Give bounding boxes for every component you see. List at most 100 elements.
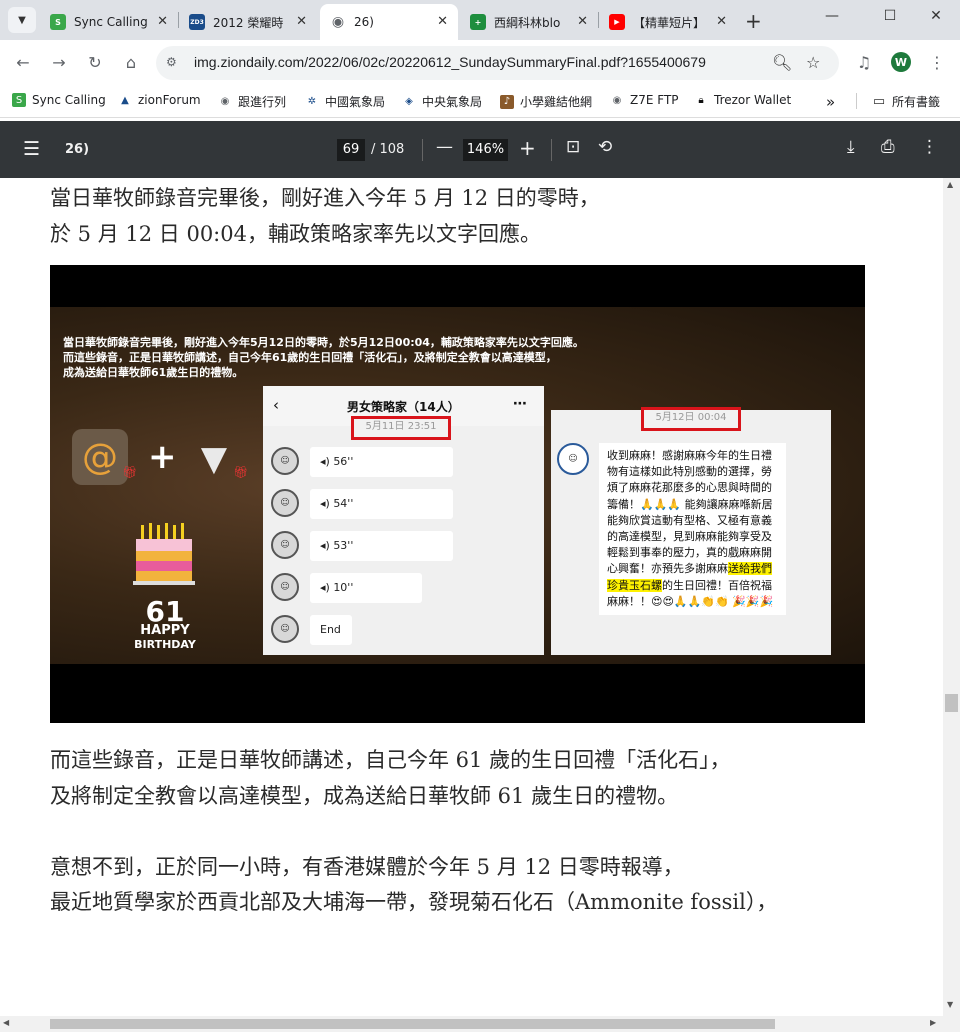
voice-message: ◂) 54'' (310, 489, 453, 519)
zoom-out-icon[interactable]: — (436, 137, 453, 157)
bookmark-divider (856, 93, 857, 109)
voice-icon: ◂) (320, 581, 334, 594)
zionforum-icon: ▲ (121, 94, 129, 106)
horizontal-scrollbar[interactable]: ◀ ▶ (0, 1016, 960, 1032)
bookmark-trezor[interactable]: 🔒︎ Trezor Wallet (694, 93, 791, 107)
download-icon[interactable]: ⤓ (847, 137, 855, 157)
zoom-level-input[interactable]: 146% (463, 139, 508, 161)
sender-avatar: ☺ (271, 615, 299, 643)
guitar-icon: ♪ (500, 94, 514, 109)
youtube-icon: ▶ (609, 14, 625, 30)
maximize-button[interactable]: ☐ (880, 8, 900, 24)
url-text[interactable]: img.ziondaily.com/2022/06/02c/20220612_S… (194, 54, 706, 70)
group-name: 男女策略家（14人） (347, 400, 460, 414)
reload-button[interactable]: ↻ (84, 51, 106, 73)
pdf-divider (422, 139, 423, 161)
scroll-right-icon[interactable]: ▶ (930, 1018, 936, 1027)
bookmark-star-icon[interactable]: ☆ (806, 53, 820, 72)
tab-search-button[interactable]: ▼ (8, 7, 36, 33)
close-tab-icon[interactable]: ✕ (716, 14, 727, 29)
voice-duration: 54'' (333, 497, 354, 510)
close-tab-icon[interactable]: ✕ (437, 14, 448, 29)
sender-avatar: ☺ (271, 447, 299, 475)
browser-menu-icon[interactable]: ⋮ (926, 51, 948, 73)
voice-icon: ◂) (320, 455, 334, 468)
tab-xigang-blog[interactable]: + 西綱科林blo ✕ (460, 4, 598, 40)
media-control-icon[interactable]: ♫ (853, 51, 875, 73)
scroll-down-icon[interactable]: ▼ (947, 1000, 953, 1009)
bookmark-label: zionForum (138, 93, 201, 107)
bookmark-all-bookmarks[interactable]: ▭ 所有書籤 (872, 93, 940, 110)
back-button[interactable]: ← (12, 51, 34, 73)
rotate-icon[interactable]: ⟲ (598, 137, 612, 157)
bookmark-label: 跟進行列 (238, 95, 287, 109)
voice-message: ◂) 10'' (310, 573, 422, 603)
bookmark-label: Z7E FTP (630, 93, 679, 107)
bookmark-label: Sync Calling (32, 93, 106, 107)
pdf-viewer: 當日華牧師錄音完畢後，剛好進入今年 5 月 12 日的零時， 於 5 月 12 … (0, 178, 943, 1016)
bookmarks-overflow-button[interactable]: » (826, 93, 835, 111)
print-icon[interactable]: ⎙ (881, 137, 895, 157)
home-button[interactable]: ⌂ (120, 51, 142, 73)
close-tab-icon[interactable]: ✕ (296, 14, 307, 29)
gift-icon: 🎁︎ (233, 465, 249, 479)
tab-pdf-active[interactable]: ◉ 26) ✕ (320, 4, 458, 40)
close-window-button[interactable]: ✕ (926, 8, 946, 24)
address-bar[interactable]: ⚙ img.ziondaily.com/2022/06/02c/20220612… (156, 46, 839, 80)
bookmark-cma[interactable]: ✲ 中國氣象局 (305, 93, 385, 110)
bookmark-label: 所有書籤 (892, 95, 941, 109)
gift-icon: 🎁︎ (122, 465, 138, 479)
tab-2012-glory[interactable]: ZD3 2012 榮耀時 ✕ (179, 4, 317, 40)
minimize-button[interactable]: — (822, 8, 842, 24)
pdf-toolbar: ☰ 26) 69 / 108 — 146% + ⊡ ⟲ ⤓ ⎙ ⋮ (0, 121, 960, 178)
zd3-favicon-icon: ZD3 (189, 14, 205, 30)
bookmark-follow-list[interactable]: ◉ 跟進行列 (218, 93, 286, 110)
menu-icon[interactable]: ☰ (23, 138, 40, 160)
horizontal-scroll-thumb[interactable] (50, 1019, 775, 1029)
fit-page-icon[interactable]: ⊡ (566, 137, 580, 157)
more-options-icon[interactable]: ⋮ (921, 137, 938, 157)
globe-icon: ◉ (331, 14, 345, 30)
sheets-favicon-icon: + (470, 14, 486, 30)
doc-text-line: 及將制定全教會以高達模型，成為送給日華牧師 61 歲生日的禮物。 (50, 784, 679, 808)
folder-icon: ▭ (872, 94, 886, 109)
chevron-down-icon: ▼ (18, 14, 26, 26)
tab-sync-calling[interactable]: S Sync Calling ✕ (40, 4, 178, 40)
sync-calling-icon: S (12, 93, 26, 107)
timestamp-highlight: 5月12日 00:04 (641, 407, 741, 431)
new-tab-button[interactable]: + (745, 9, 762, 33)
scroll-up-icon[interactable]: ▲ (947, 180, 953, 189)
cma-icon: ✲ (307, 96, 317, 107)
back-arrow-icon: ‹ (273, 396, 279, 414)
page-number-input[interactable]: 69 (337, 139, 365, 161)
close-tab-icon[interactable]: ✕ (577, 14, 588, 29)
bookmark-ftp[interactable]: ◉ Z7E FTP (610, 93, 679, 107)
zoom-icon[interactable]: 🔍︎ (772, 53, 792, 72)
sync-calling-favicon-icon: S (50, 14, 66, 30)
bookmark-cwb[interactable]: ◈ 中央氣象局 (402, 93, 482, 110)
bookmark-zionforum[interactable]: ▲ zionForum (118, 93, 201, 107)
lock-icon: 🔒︎ (698, 94, 704, 106)
zoom-in-icon[interactable]: + (519, 136, 536, 160)
vertical-scroll-thumb[interactable] (945, 694, 958, 712)
embedded-slide-image: 當日華牧師錄音完畢後，剛好進入今年5月12日的零時，於5月12日00:04，輔政… (50, 265, 865, 723)
bookmark-label: Trezor Wallet (714, 93, 792, 107)
voice-message: ◂) 53'' (310, 531, 453, 561)
tab-youtube-highlight[interactable]: ▶ 【精華短片】 ✕ (599, 4, 737, 40)
bookmark-guitar[interactable]: ♪ 小學雞結他網 (500, 93, 592, 110)
timestamp-highlight: 5月11日 23:51 (351, 416, 451, 440)
vertical-scrollbar[interactable]: ▲ ▼ (943, 178, 960, 1016)
scroll-left-icon[interactable]: ◀ (3, 1018, 9, 1027)
doc-text-line: 於 5 月 12 日 00:04，輔政策略家率先以文字回應。 (50, 222, 541, 246)
close-tab-icon[interactable]: ✕ (157, 14, 168, 29)
reply-message: 收到麻麻！感謝麻麻今年的生日禮物有這樣如此特別感動的選擇，勞煩了麻麻花那麼多的心… (599, 443, 786, 616)
sender-avatar: ☺ (271, 489, 299, 517)
doc-text-line: 意想不到，正於同一小時，有香港媒體於今年 5 月 12 日零時報導， (50, 855, 684, 879)
profile-avatar[interactable]: W (891, 52, 911, 72)
bookmarks-bar: S Sync Calling ▲ zionForum ◉ 跟進行列 ✲ 中國氣象局 ◈ 中… (0, 85, 960, 118)
site-info-icon[interactable]: ⚙ (166, 55, 177, 69)
happy-text: HAPPY (140, 623, 190, 638)
more-icon: ⋯ (513, 396, 527, 412)
forward-button[interactable]: → (48, 51, 70, 73)
bookmark-sync-calling[interactable]: S Sync Calling (12, 93, 106, 107)
